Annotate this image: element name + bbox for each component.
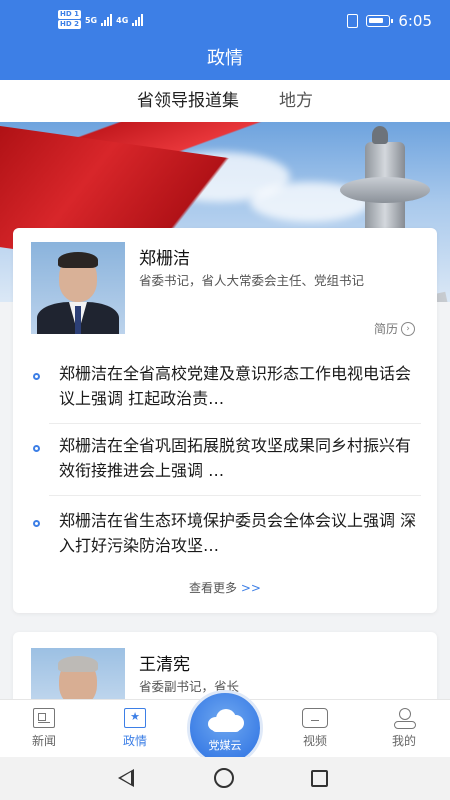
leader-photo[interactable] [31,242,125,334]
news-icon [33,708,55,728]
signal-indicators: HD 1 HD 2 5G 4G [58,10,144,30]
profile-icon [394,708,416,729]
tab-profile-label: 我的 [391,734,416,748]
signal-bars-icon [101,14,113,26]
home-icon[interactable] [214,768,234,788]
status-bar: HD 1 HD 2 5G 4G 6:05 [0,0,450,42]
tab-profile[interactable]: 我的 [374,708,434,749]
tab-video[interactable]: 视频 [285,708,345,749]
tab-local[interactable]: 地方 [279,80,313,122]
top-tabs: 省领导报道集 地方 [0,80,450,122]
battery-icon [366,15,394,27]
leader-role: 省委副书记，省长 [139,679,240,694]
tab-politics-label: 政情 [122,734,147,748]
hd1-badge: HD 1 [58,10,81,19]
leader-name[interactable]: 郑栅洁 [139,244,190,269]
news-title: 郑栅洁在省生态环境保护委员会全体会议上强调 深入打好污染防治攻坚… [59,511,417,555]
recent-apps-icon[interactable] [311,770,328,787]
tab-video-label: 视频 [302,734,327,748]
divider [49,495,421,496]
leader-card: 郑栅洁 省委书记，省人大常委会主任、党组书记 简历 › 郑栅洁在全省高校党建及意… [13,228,437,613]
news-title: 郑栅洁在全省高校党建及意识形态工作电视电话会议上强调 扛起政治责… [59,364,412,408]
resume-label: 简历 [373,322,398,336]
network-5g-label: 5G [84,15,98,25]
back-icon[interactable] [118,769,134,787]
system-nav-bar [0,757,450,800]
clock: 6:05 [398,12,432,30]
chevron-right-icon: › [401,321,415,336]
bullet-icon [33,520,40,527]
see-more-label: 查看更多 [189,581,238,595]
vibrate-icon [347,14,359,28]
resume-link[interactable]: 简历 › [374,320,415,337]
page-title: 政情 [0,42,450,80]
tab-politics[interactable]: ★ 政情 [105,708,165,749]
politics-icon: ★ [124,708,146,728]
news-title: 郑栅洁在全省巩固拓展脱贫攻坚成果同乡村振兴有效衔接推进会上强调 … [59,436,412,480]
leader-role: 省委书记，省人大常委会主任、党组书记 [139,273,365,288]
leader-name[interactable]: 王清宪 [139,650,190,675]
tab-leaders-reports[interactable]: 省领导报道集 [137,80,239,122]
divider [49,423,421,424]
center-button-label: 党媒云 [208,739,242,752]
video-icon [302,708,328,728]
tab-news-label: 新闻 [31,734,56,748]
bullet-icon [33,373,40,380]
network-4g-label: 4G [116,15,129,25]
party-media-cloud-button[interactable]: 党媒云 [187,690,263,766]
signal-bars-icon-2 [132,14,144,26]
double-chevron-icon: >> [240,581,261,595]
cloud-icon [206,707,246,733]
bullet-icon [33,445,40,452]
hd2-badge: HD 2 [58,20,81,29]
see-more-link[interactable]: 查看更多 >> [13,579,437,596]
tab-news[interactable]: 新闻 [14,708,74,749]
